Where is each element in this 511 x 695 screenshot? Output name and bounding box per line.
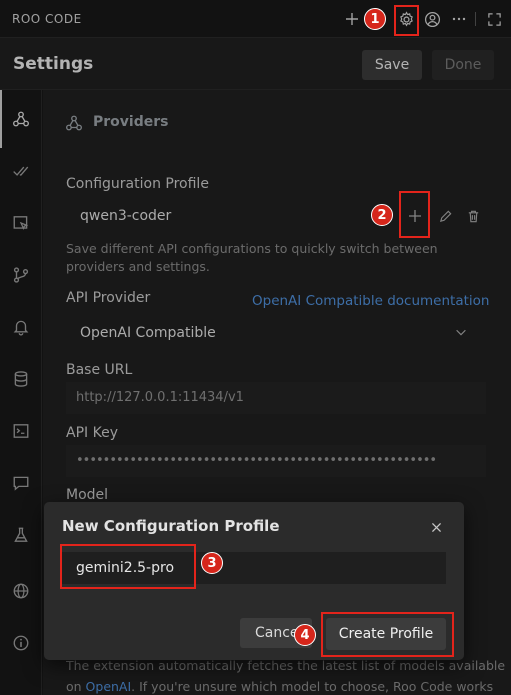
profile-name-input[interactable] [62,552,446,584]
close-icon[interactable] [426,517,446,537]
dialog-title: New Configuration Profile [62,517,280,535]
step-badge-1: 1 [364,8,386,30]
step-badge-3: 3 [201,552,223,574]
step-badge-2: 2 [371,204,393,226]
step-badge-4: 4 [294,624,316,646]
new-profile-dialog: New Configuration Profile Cancel Create … [44,502,464,660]
create-profile-button[interactable]: Create Profile [326,618,446,650]
